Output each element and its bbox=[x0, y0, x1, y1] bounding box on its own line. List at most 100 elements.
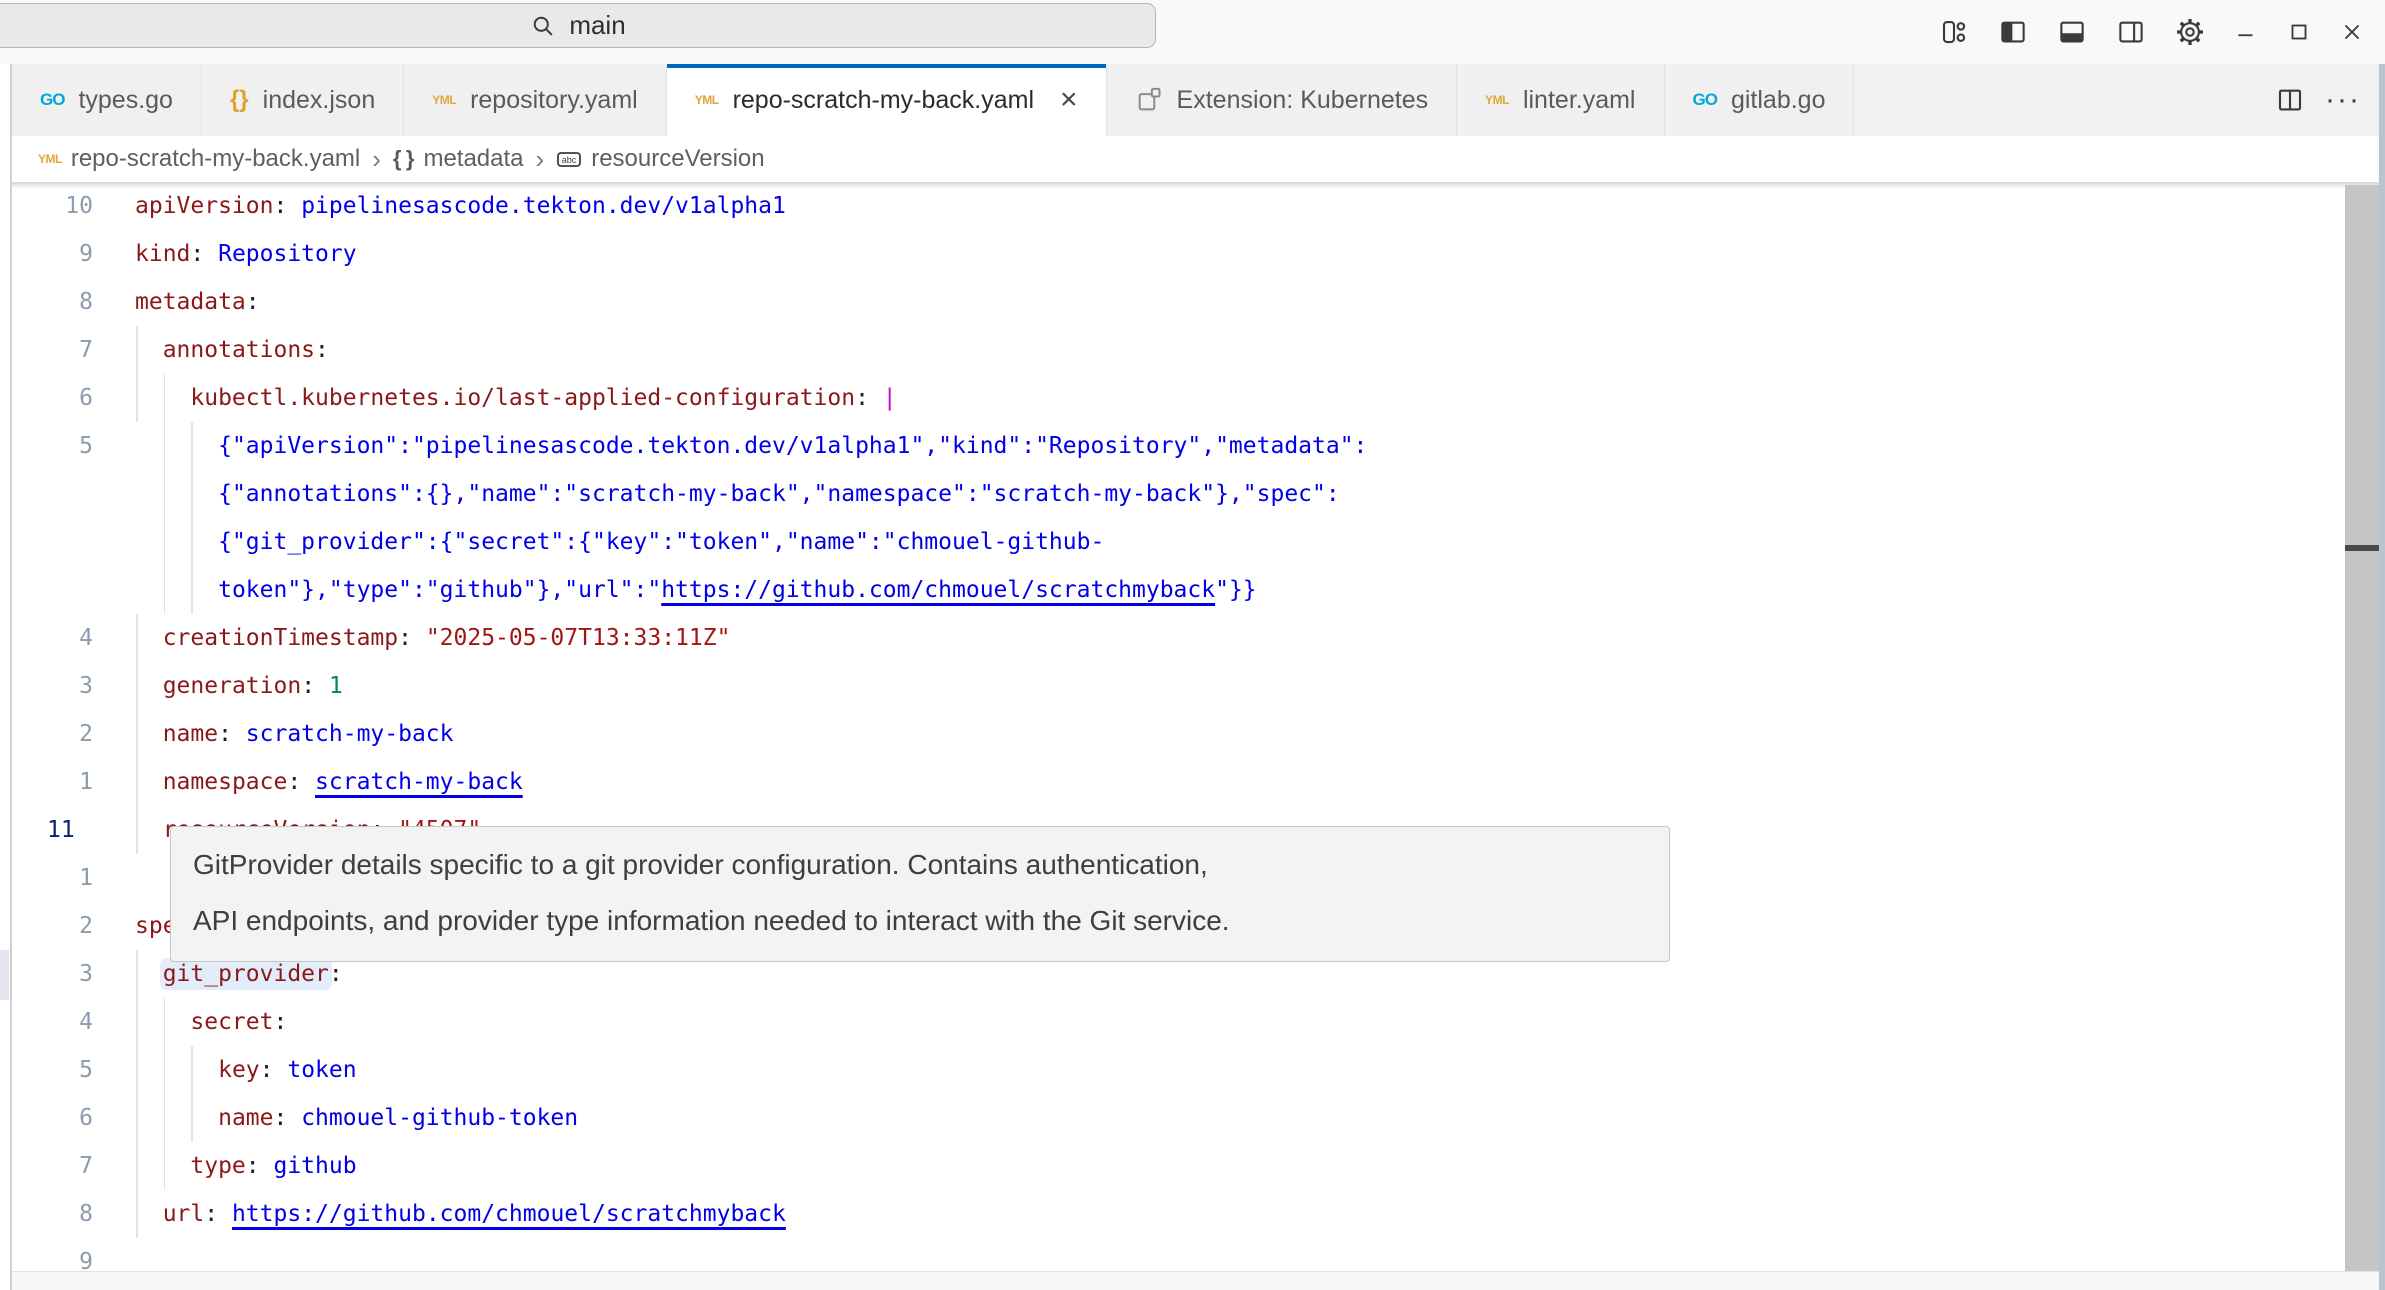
close-window-button[interactable] bbox=[2333, 12, 2371, 52]
code-line[interactable]: 8 url: https://github.com/chmouel/scratc… bbox=[12, 1190, 2379, 1238]
vertical-scrollbar[interactable] bbox=[2345, 185, 2379, 1272]
tab-repo-scratch-my-back-yaml[interactable]: YMLrepo-scratch-my-back.yaml× bbox=[667, 64, 1107, 136]
indent-guide bbox=[136, 662, 138, 710]
code-line[interactable]: 5 key: token bbox=[12, 1046, 2379, 1094]
code-line[interactable]: 8 metadata: bbox=[12, 278, 2379, 326]
line-content: metadata: bbox=[135, 278, 2379, 326]
code-token bbox=[135, 721, 163, 747]
code-line[interactable]: 6 kubectl.kubernetes.io/last-applied-con… bbox=[12, 374, 2379, 422]
breadcrumb-item-metadata[interactable]: { }metadata bbox=[393, 145, 524, 173]
indent-guide bbox=[191, 470, 193, 518]
code-line[interactable]: 7 annotations: bbox=[12, 326, 2379, 374]
code-token bbox=[135, 1105, 218, 1131]
code-token: kubectl.kubernetes.io/last-applied-confi… bbox=[190, 385, 855, 411]
code-line[interactable]: {"git_provider":{"secret":{"key":"token"… bbox=[12, 518, 2379, 566]
code-line[interactable]: 4 creationTimestamp: "2025-05-07T13:33:1… bbox=[12, 614, 2379, 662]
line-number[interactable]: 1 bbox=[12, 758, 93, 806]
tab-extension-kubernetes[interactable]: Extension: Kubernetes bbox=[1107, 64, 1458, 136]
code-line[interactable]: {"annotations":{},"name":"scratch-my-bac… bbox=[12, 470, 2379, 518]
close-tab-icon[interactable]: × bbox=[1060, 85, 1078, 115]
line-number[interactable]: 7 bbox=[12, 1142, 93, 1190]
chevron-icon: › bbox=[534, 144, 547, 175]
code-line[interactable]: token"},"type":"github"},"url":"https://… bbox=[12, 566, 2379, 614]
code-token bbox=[135, 673, 163, 699]
toggle-secondary-sidebar-icon[interactable] bbox=[2109, 10, 2153, 54]
code-line[interactable]: 1 namespace: scratch-my-back bbox=[12, 758, 2379, 806]
code-line[interactable]: 3 generation: 1 bbox=[12, 662, 2379, 710]
code-line[interactable]: 6 name: chmouel-github-token bbox=[12, 1094, 2379, 1142]
more-actions-icon[interactable]: ··· bbox=[2325, 83, 2361, 117]
customize-layout-icon[interactable] bbox=[1932, 10, 1976, 54]
line-number[interactable]: 11 bbox=[12, 806, 75, 854]
indent-guide bbox=[164, 998, 166, 1046]
line-number[interactable]: 4 bbox=[12, 614, 93, 662]
overview-ruler-marker bbox=[2345, 545, 2379, 551]
settings-gear-icon[interactable] bbox=[2168, 10, 2212, 54]
code-line[interactable]: 7 type: github bbox=[12, 1142, 2379, 1190]
code-token: namespace bbox=[163, 769, 288, 795]
line-number[interactable]: 6 bbox=[12, 374, 93, 422]
line-number[interactable]: 2 bbox=[12, 710, 93, 758]
code-token bbox=[135, 481, 218, 507]
code-line[interactable]: 4 secret: bbox=[12, 998, 2379, 1046]
svg-text:abc: abc bbox=[562, 155, 577, 165]
line-number[interactable]: 4 bbox=[12, 998, 93, 1046]
code-token: : bbox=[329, 961, 343, 987]
code-token: git_provider bbox=[163, 961, 329, 987]
code-link[interactable]: https://github.com/chmouel/scratchmyback bbox=[661, 577, 1215, 603]
command-center[interactable]: main bbox=[0, 3, 1156, 48]
code-line[interactable]: 10apiVersion: pipelinesascode.tekton.dev… bbox=[12, 182, 2379, 230]
tab-repository-yaml[interactable]: YMLrepository.yaml bbox=[404, 64, 666, 136]
code-token: url bbox=[163, 1201, 205, 1227]
chevron-icon: › bbox=[370, 144, 383, 175]
line-number[interactable]: 3 bbox=[12, 950, 93, 998]
code-token: : bbox=[855, 385, 883, 411]
tab-index-json[interactable]: {}index.json bbox=[202, 64, 404, 136]
indent-guide bbox=[136, 614, 138, 662]
indent-guide bbox=[191, 566, 193, 614]
code-link[interactable]: scratch-my-back bbox=[315, 769, 523, 795]
code-line[interactable]: 5 {"apiVersion":"pipelinesascode.tekton.… bbox=[12, 422, 2379, 470]
breadcrumb-item-resourceversion[interactable]: abcresourceVersion bbox=[556, 145, 764, 173]
go-icon: GO bbox=[1693, 90, 1717, 110]
tab-label: linter.yaml bbox=[1523, 86, 1636, 115]
line-content: generation: 1 bbox=[135, 662, 2379, 710]
tab-label: types.go bbox=[78, 86, 173, 115]
line-number[interactable]: 3 bbox=[12, 662, 93, 710]
breadcrumb-item-repo-scratch-my-back-yaml[interactable]: YMLrepo-scratch-my-back.yaml bbox=[38, 145, 360, 173]
line-number[interactable]: 6 bbox=[12, 1094, 93, 1142]
tab-linter-yaml[interactable]: YMLlinter.yaml bbox=[1457, 64, 1664, 136]
code-token: "2025-05-07T13:33:11Z" bbox=[426, 625, 731, 651]
code-token: {"apiVersion":"pipelinesascode.tekton.de… bbox=[218, 433, 1367, 459]
line-number[interactable]: 8 bbox=[12, 1190, 93, 1238]
yaml-icon: YML bbox=[432, 93, 456, 107]
code-line[interactable]: 9 kind: Repository bbox=[12, 230, 2379, 278]
line-number[interactable]: 1 bbox=[12, 854, 93, 902]
code-token: : bbox=[301, 673, 329, 699]
split-editor-icon[interactable] bbox=[2275, 85, 2305, 115]
indent-guide bbox=[164, 566, 166, 614]
minimize-button[interactable] bbox=[2227, 12, 2265, 52]
toggle-panel-icon[interactable] bbox=[2050, 10, 2094, 54]
line-number[interactable]: 8 bbox=[12, 278, 93, 326]
maximize-button[interactable] bbox=[2280, 12, 2318, 52]
code-line[interactable]: 2 name: scratch-my-back bbox=[12, 710, 2379, 758]
code-token: : bbox=[190, 241, 218, 267]
vscode-window: main bbox=[0, 0, 2385, 1290]
tab-types-go[interactable]: GOtypes.go bbox=[12, 64, 202, 136]
indent-guide bbox=[136, 1190, 138, 1238]
line-number[interactable]: 10 bbox=[12, 182, 93, 230]
toggle-primary-sidebar-icon[interactable] bbox=[1991, 10, 2035, 54]
code-editor[interactable]: 10apiVersion: pipelinesascode.tekton.dev… bbox=[12, 182, 2379, 1290]
code-link[interactable]: https://github.com/chmouel/scratchmyback bbox=[232, 1201, 786, 1227]
line-content: kind: Repository bbox=[135, 230, 2379, 278]
line-content: creationTimestamp: "2025-05-07T13:33:11Z… bbox=[135, 614, 2379, 662]
tab-gitlab-go[interactable]: GOgitlab.go bbox=[1665, 64, 1855, 136]
line-number[interactable]: 7 bbox=[12, 326, 93, 374]
line-number[interactable]: 2 bbox=[12, 902, 93, 950]
indent-guide bbox=[136, 710, 138, 758]
line-number[interactable]: 5 bbox=[12, 1046, 93, 1094]
line-number[interactable]: 9 bbox=[12, 230, 93, 278]
breadcrumb-label: repo-scratch-my-back.yaml bbox=[71, 145, 360, 173]
line-number[interactable]: 5 bbox=[12, 422, 93, 470]
